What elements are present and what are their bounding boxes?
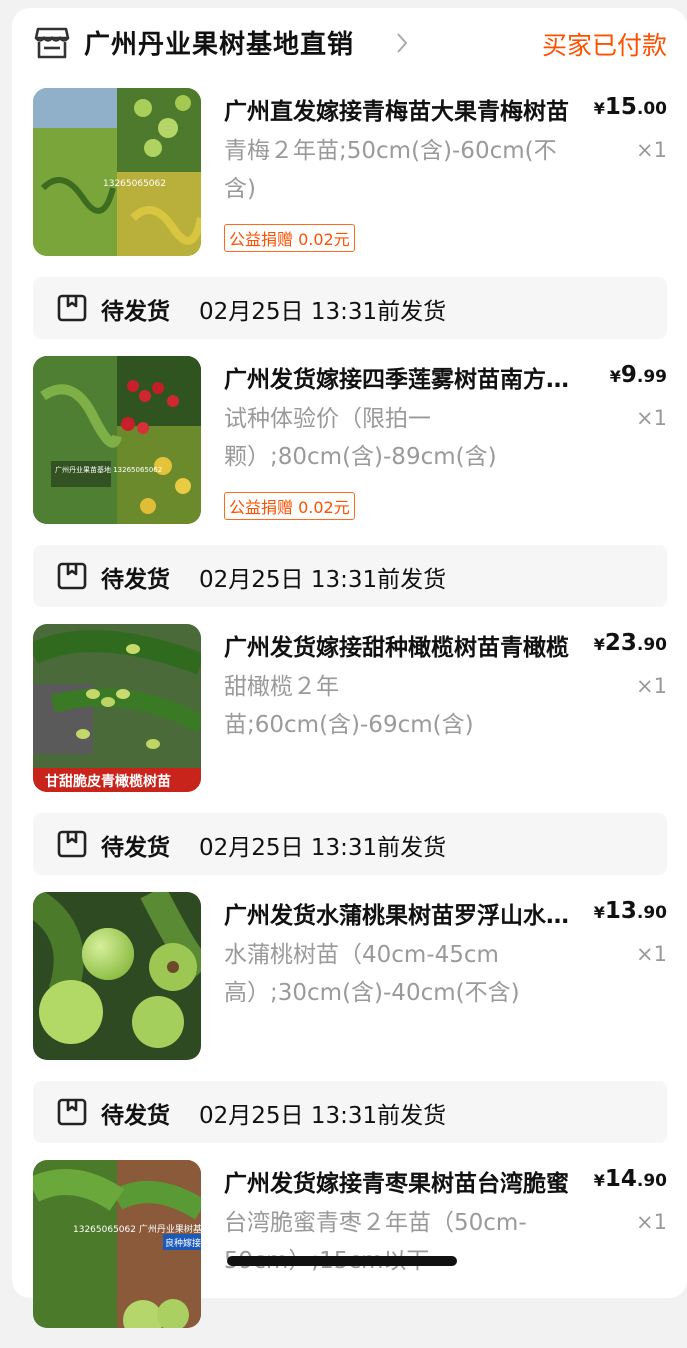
svg-text:13265065062 广州丹业果树基地: 13265065062 广州丹业果树基地 — [73, 1223, 201, 1235]
product-title[interactable]: 广州直发嫁接青梅苗大果青梅树苗 — [224, 92, 574, 126]
product-title[interactable]: 广州发货嫁接青枣果树苗台湾脆蜜 — [224, 1164, 574, 1198]
product-quantity: ×1 — [636, 1210, 667, 1234]
shipping-status-bar: 待发货 02月25日 13:31前发货 — [33, 545, 667, 607]
product-thumbnail[interactable] — [33, 892, 201, 1060]
shipping-status-bar: 待发货 02月25日 13:31前发货 — [33, 1081, 667, 1143]
shipping-label: 待发货 — [101, 299, 170, 325]
charity-badge: 公益捐赠 0.02元 — [224, 224, 355, 252]
product-title[interactable]: 广州发货水蒲桃果树苗罗浮山水蒲桃 — [224, 896, 574, 930]
product-quantity: ×1 — [636, 674, 667, 698]
product-price: ¥23.90 — [593, 630, 667, 656]
shipping-status-bar: 待发货 02月25日 13:31前发货 — [33, 277, 667, 339]
product-quantity: ×1 — [636, 406, 667, 430]
product-price: ¥15.00 — [593, 94, 667, 120]
shipping-deadline: 02月25日 13:31前发货 — [199, 1103, 447, 1129]
package-icon — [57, 294, 87, 322]
chevron-right-icon[interactable] — [396, 32, 408, 54]
svg-text:广州丹业果苗基地 13265065062: 广州丹业果苗基地 13265065062 — [55, 465, 162, 474]
product-thumbnail[interactable]: 良种嫁接 13265065062 广州丹业果树基地 — [33, 1160, 201, 1328]
product-title[interactable]: 广州发货嫁接甜种橄榄树苗青橄榄 — [224, 628, 574, 662]
charity-badge: 公益捐赠 0.02元 — [224, 492, 355, 520]
order-item[interactable]: 13265065062 广州直发嫁接青梅苗大果青梅树苗 ¥15.00 青梅２年苗… — [12, 88, 687, 276]
shipping-deadline: 02月25日 13:31前发货 — [199, 567, 447, 593]
product-spec: 台湾脆蜜青枣２年苗（50cm-59cm）;15cm以下 — [224, 1210, 527, 1274]
shop-name[interactable]: 广州丹业果树基地直销 — [84, 24, 354, 61]
store-icon — [34, 27, 70, 59]
package-icon — [57, 830, 87, 858]
product-spec: 水蒲桃树苗（40cm-45cm高）;30cm(含)-40cm(不含) — [224, 942, 520, 1006]
product-spec: 青梅２年苗;50cm(含)-60cm(不含) — [224, 138, 557, 202]
order-item[interactable]: 良种嫁接 13265065062 广州丹业果树基地 广州发货嫁接青枣果树苗台湾脆… — [12, 1160, 687, 1348]
svg-text:甘甜脆皮青橄榄树苗: 甘甜脆皮青橄榄树苗 — [45, 773, 171, 790]
package-icon — [57, 1098, 87, 1126]
product-price: ¥13.90 — [593, 898, 667, 924]
product-title[interactable]: 广州发货嫁接四季莲雾树苗南方种植 — [224, 360, 574, 394]
product-spec: 甜橄榄２年苗;60cm(含)-69cm(含) — [224, 674, 474, 738]
shipping-deadline: 02月25日 13:31前发货 — [199, 835, 447, 861]
product-price: ¥9.99 — [609, 362, 667, 388]
package-icon — [57, 562, 87, 590]
shipping-label: 待发货 — [101, 1103, 170, 1129]
order-item[interactable]: 广州发货水蒲桃果树苗罗浮山水蒲桃 ¥13.90 水蒲桃树苗（40cm-45cm高… — [12, 892, 687, 1080]
order-card: 广州丹业果树基地直销 买家已付款 13265065062 广州直发嫁接青梅苗大果… — [12, 8, 687, 1328]
svg-text:13265065062: 13265065062 — [103, 179, 166, 189]
product-thumbnail[interactable]: 甘甜脆皮青橄榄树苗 — [33, 624, 201, 792]
order-item[interactable]: 甘甜脆皮青橄榄树苗 广州发货嫁接甜种橄榄树苗青橄榄 ¥23.90 甜橄榄２年苗;… — [12, 624, 687, 812]
shipping-status-bar: 待发货 02月25日 13:31前发货 — [33, 813, 667, 875]
product-spec: 试种体验价（限拍一颗）;80cm(含)-89cm(含) — [224, 406, 497, 470]
shipping-label: 待发货 — [101, 567, 170, 593]
product-thumbnail[interactable]: 广州丹业果苗基地 13265065062 — [33, 356, 201, 524]
order-header[interactable]: 广州丹业果树基地直销 买家已付款 — [12, 8, 687, 84]
shipping-deadline: 02月25日 13:31前发货 — [199, 299, 447, 325]
order-status: 买家已付款 — [541, 31, 667, 60]
home-indicator[interactable] — [227, 1256, 457, 1266]
svg-text:良种嫁接: 良种嫁接 — [165, 1237, 201, 1249]
shipping-label: 待发货 — [101, 835, 170, 861]
product-quantity: ×1 — [636, 138, 667, 162]
order-item[interactable]: 广州丹业果苗基地 13265065062 广州发货嫁接四季莲雾树苗南方种植 ¥9… — [12, 356, 687, 544]
product-quantity: ×1 — [636, 942, 667, 966]
product-thumbnail[interactable]: 13265065062 — [33, 88, 201, 256]
product-price: ¥14.90 — [593, 1166, 667, 1192]
